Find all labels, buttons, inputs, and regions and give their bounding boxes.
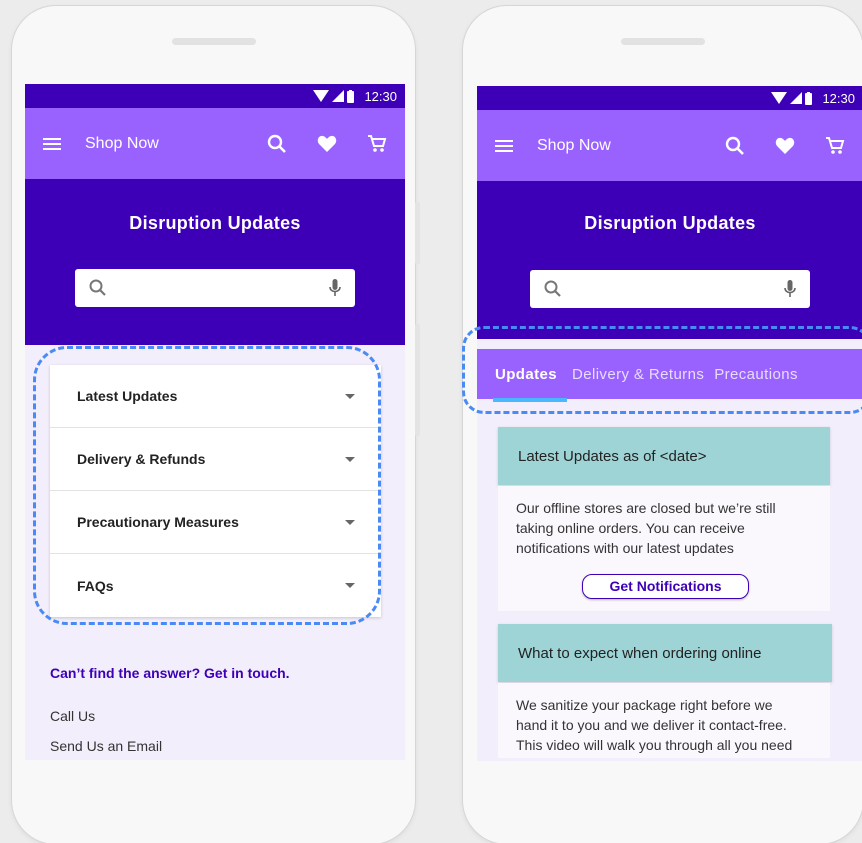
card-title: Latest Updates as of <date> xyxy=(518,447,707,465)
search-icon xyxy=(89,279,106,296)
wifi-icon xyxy=(313,90,330,102)
app-title: Shop Now xyxy=(85,134,159,152)
mic-icon[interactable] xyxy=(329,279,341,297)
search-icon[interactable] xyxy=(725,136,745,156)
battery-icon xyxy=(347,89,355,103)
card-text: Our offline stores are closed but we’re … xyxy=(516,500,776,516)
highlight-outline xyxy=(33,346,381,625)
card-body: We sanitize your package right before we… xyxy=(498,683,830,758)
heart-icon[interactable] xyxy=(775,137,795,155)
app-bar: Shop Now xyxy=(25,108,405,179)
cart-icon[interactable] xyxy=(825,136,845,156)
heart-icon[interactable] xyxy=(317,135,337,153)
app-title: Shop Now xyxy=(537,136,611,154)
signal-icons xyxy=(771,91,813,105)
app-bar: Shop Now xyxy=(477,110,862,181)
search-input[interactable] xyxy=(530,270,810,308)
menu-icon[interactable] xyxy=(495,139,513,152)
hero-banner: Disruption Updates xyxy=(25,179,405,345)
cell-signal-icon xyxy=(332,90,345,102)
email-link[interactable]: Send Us an Email xyxy=(50,738,290,754)
speaker xyxy=(172,38,256,45)
menu-icon[interactable] xyxy=(43,137,61,150)
page-title: Disruption Updates xyxy=(584,213,756,233)
search-icon xyxy=(544,280,561,297)
status-bar: 12:30 xyxy=(477,86,862,110)
card-title: What to expect when ordering online xyxy=(518,644,762,662)
clock: 12:30 xyxy=(364,88,397,104)
clock: 12:30 xyxy=(822,90,855,106)
status-bar: 12:30 xyxy=(25,84,405,108)
speaker xyxy=(621,38,705,45)
hero-banner: Disruption Updates xyxy=(477,181,862,339)
signal-icons xyxy=(313,89,355,103)
call-us-link[interactable]: Call Us xyxy=(50,708,290,724)
side-button xyxy=(415,202,420,264)
card-text: taking online orders. You can receive xyxy=(516,520,745,536)
card-text: notifications with our latest updates xyxy=(516,540,734,556)
card-text: hand it to you and we deliver it contact… xyxy=(516,717,787,733)
mic-icon[interactable] xyxy=(784,280,796,298)
get-notifications-button[interactable]: Get Notifications xyxy=(582,574,749,599)
highlight-outline xyxy=(462,326,862,414)
page-title: Disruption Updates xyxy=(129,213,301,233)
cell-signal-icon xyxy=(790,92,803,104)
cart-icon[interactable] xyxy=(367,134,387,154)
card-text: We sanitize your package right before we xyxy=(516,697,773,713)
side-button xyxy=(415,324,420,436)
card-header: Latest Updates as of <date> xyxy=(498,427,830,485)
contact-heading: Can’t find the answer? Get in touch. xyxy=(50,665,290,681)
card-text: This video will walk you through all you… xyxy=(516,737,793,753)
search-icon[interactable] xyxy=(267,134,287,154)
contact-section: Can’t find the answer? Get in touch. Cal… xyxy=(50,665,290,754)
battery-icon xyxy=(805,91,813,105)
wifi-icon xyxy=(771,92,788,104)
card-header: What to expect when ordering online xyxy=(498,624,832,682)
search-input[interactable] xyxy=(75,269,355,307)
